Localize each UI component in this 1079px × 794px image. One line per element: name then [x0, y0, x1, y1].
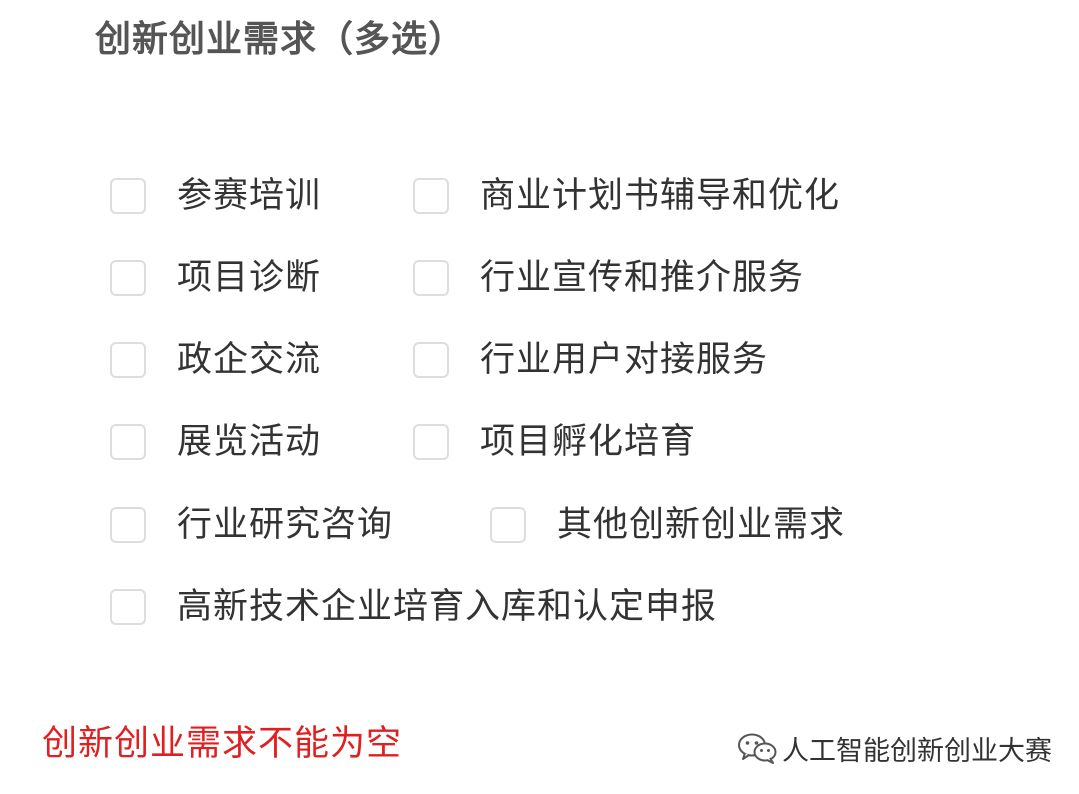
- option-user-matching[interactable]: 行业用户对接服务: [413, 338, 768, 382]
- option-label: 商业计划书辅导和优化: [480, 176, 841, 216]
- checkbox[interactable]: [490, 507, 526, 543]
- form-page: 创新创业需求（多选） 参赛培训 商业计划书辅导和优化 项目诊断 行业宣传和推介服…: [0, 0, 1079, 794]
- option-industry-research[interactable]: 行业研究咨询: [110, 503, 393, 547]
- watermark: 人工智能创新创业大赛: [736, 728, 1052, 768]
- option-exhibition[interactable]: 展览活动: [110, 420, 321, 464]
- checkbox[interactable]: [110, 178, 146, 214]
- checkbox[interactable]: [110, 589, 146, 625]
- option-label: 项目诊断: [177, 258, 322, 298]
- option-high-tech-enterprise[interactable]: 高新技术企业培育入库和认定申报: [110, 585, 717, 629]
- checkbox[interactable]: [110, 507, 146, 543]
- checkbox[interactable]: [413, 260, 449, 296]
- checkbox[interactable]: [413, 424, 449, 460]
- validation-error: 创新创业需求不能为空: [42, 724, 403, 764]
- watermark-text: 人工智能创新创业大赛: [782, 735, 1052, 767]
- option-label: 其他创新创业需求: [557, 505, 846, 545]
- option-industry-promotion[interactable]: 行业宣传和推介服务: [413, 256, 804, 300]
- option-business-plan-coaching[interactable]: 商业计划书辅导和优化: [413, 174, 840, 218]
- option-other-needs[interactable]: 其他创新创业需求: [490, 503, 845, 547]
- wechat-icon: [738, 733, 777, 764]
- option-label: 行业宣传和推介服务: [480, 258, 805, 298]
- checkbox[interactable]: [110, 342, 146, 378]
- section-title: 创新创业需求（多选）: [95, 19, 466, 60]
- checkbox[interactable]: [413, 342, 449, 378]
- checkbox[interactable]: [110, 424, 146, 460]
- option-government-exchange[interactable]: 政企交流: [110, 338, 321, 382]
- option-label: 参赛培训: [177, 176, 322, 216]
- option-label: 行业用户对接服务: [480, 340, 769, 380]
- checkbox[interactable]: [110, 260, 146, 296]
- option-label: 政企交流: [177, 340, 322, 380]
- option-label: 行业研究咨询: [177, 505, 394, 545]
- option-incubation[interactable]: 项目孵化培育: [413, 420, 696, 464]
- option-label: 展览活动: [177, 422, 322, 462]
- option-label: 高新技术企业培育入库和认定申报: [177, 587, 718, 627]
- checkbox[interactable]: [413, 178, 449, 214]
- option-contest-training[interactable]: 参赛培训: [110, 174, 321, 218]
- option-label: 项目孵化培育: [480, 422, 697, 462]
- option-project-diagnosis[interactable]: 项目诊断: [110, 256, 321, 300]
